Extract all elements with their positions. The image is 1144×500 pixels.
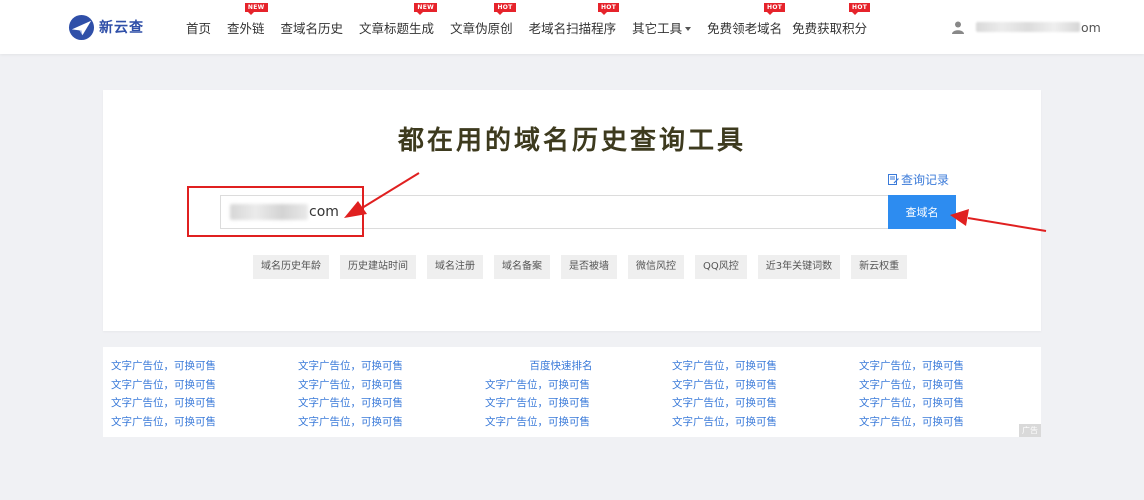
nav-free-points[interactable]: 免费获取积分 HOT — [792, 2, 871, 37]
nav-label: 文章标题生成 — [359, 20, 435, 36]
query-domain-button[interactable]: 查域名 — [888, 195, 956, 229]
nav-label: 免费获取积分 — [792, 20, 868, 36]
username-suffix: om — [1081, 19, 1101, 35]
nav-label: 查外链 — [227, 20, 265, 36]
tag-blocked-check[interactable]: 是否被墙 — [561, 255, 617, 279]
top-navbar: 新云查 首页 查外链 NEW 查域名历史 文章标题生成 NEW 文章伪原创 HOT 老… — [0, 0, 1144, 54]
new-badge: NEW — [414, 2, 438, 15]
ad-link[interactable]: 文字广告位，可换可售 — [111, 394, 298, 413]
ad-link[interactable]: 文字广告位，可换可售 — [672, 394, 859, 413]
ad-grid: 文字广告位，可换可售 文字广告位，可换可售 百度快速排名 文字广告位，可换可售 … — [111, 357, 1046, 431]
tag-xinyun-weight[interactable]: 新云权重 — [851, 255, 908, 279]
ad-link[interactable]: 文字广告位，可换可售 — [111, 376, 298, 395]
nav-label: 老域名扫描程序 — [528, 20, 617, 36]
blurred-username — [976, 22, 1080, 32]
tag-wechat-risk[interactable]: 微信风控 — [628, 255, 684, 279]
logo-text: 新云查 — [99, 20, 144, 36]
query-history-link[interactable]: 查询记录 — [888, 171, 949, 188]
nav-label: 文章伪原创 — [450, 20, 513, 36]
tag-domain-age[interactable]: 域名历史年龄 — [253, 255, 329, 279]
hot-badge: HOT — [849, 2, 871, 15]
nav-free-old-domain[interactable]: 免费领老域名 HOT — [707, 2, 786, 37]
ad-link-baidu-ranking[interactable]: 百度快速排名 — [485, 357, 672, 376]
ad-link[interactable]: 文字广告位，可换可售 — [298, 394, 485, 413]
hot-badge: HOT — [764, 2, 786, 15]
nav-domain-history[interactable]: 查域名历史 — [281, 18, 344, 37]
nav-home[interactable]: 首页 — [186, 18, 211, 37]
nav-other-tools[interactable]: 其它工具 — [632, 18, 692, 37]
ad-link[interactable]: 文字广告位，可换可售 — [111, 357, 298, 376]
ad-link[interactable]: 文字广告位，可换可售 — [859, 357, 1046, 376]
search-card: 都在用的域名历史查询工具 查询记录 查域名 域名历史年龄 历史建站时间 域名注册… — [103, 90, 1041, 331]
text-ads-panel: 文字广告位，可换可售 文字广告位，可换可售 百度快速排名 文字广告位，可换可售 … — [103, 347, 1041, 437]
main-nav: 首页 查外链 NEW 查域名历史 文章标题生成 NEW 文章伪原创 HOT 老域名扫描… — [186, 0, 883, 54]
nav-old-domain-scanner[interactable]: 老域名扫描程序 HOT — [528, 2, 620, 37]
ad-link[interactable]: 文字广告位，可换可售 — [485, 413, 672, 432]
hot-badge: HOT — [494, 2, 516, 15]
edit-doc-icon — [888, 174, 899, 185]
ad-link[interactable]: 文字广告位，可换可售 — [859, 394, 1046, 413]
user-account[interactable]: om — [952, 19, 1101, 35]
tag-site-build-time[interactable]: 历史建站时间 — [340, 255, 416, 279]
ad-link[interactable]: 文字广告位，可换可售 — [111, 413, 298, 432]
ad-link[interactable]: 文字广告位，可换可售 — [485, 394, 672, 413]
ad-link[interactable]: 文字广告位，可换可售 — [298, 413, 485, 432]
ad-link[interactable]: 文字广告位，可换可售 — [672, 413, 859, 432]
feature-tags: 域名历史年龄 历史建站时间 域名注册 域名备案 是否被墙 微信风控 QQ风控 近… — [253, 255, 918, 279]
tag-domain-registration[interactable]: 域名注册 — [427, 255, 483, 279]
nav-title-generator[interactable]: 文章标题生成 NEW — [359, 2, 438, 37]
query-history-label: 查询记录 — [901, 173, 950, 187]
site-logo[interactable]: 新云查 — [68, 12, 144, 42]
page-title: 都在用的域名历史查询工具 — [397, 126, 746, 156]
ad-link[interactable]: 文字广告位，可换可售 — [859, 413, 1046, 432]
nav-label: 首页 — [186, 20, 212, 36]
nav-article-rewrite[interactable]: 文章伪原创 HOT — [450, 2, 516, 37]
ad-link[interactable]: 文字广告位，可换可售 — [672, 376, 859, 395]
caret-down-icon — [685, 27, 692, 31]
nav-backlinks[interactable]: 查外链 NEW — [227, 2, 268, 37]
hot-badge: HOT — [597, 2, 620, 15]
nav-label: 查域名历史 — [280, 20, 344, 36]
ad-link[interactable]: 文字广告位，可换可售 — [298, 357, 485, 376]
ad-link[interactable]: 文字广告位，可换可售 — [298, 376, 485, 395]
user-icon — [952, 21, 964, 34]
tag-qq-risk[interactable]: QQ风控 — [695, 255, 747, 279]
domain-search-input[interactable] — [220, 195, 890, 229]
ad-link[interactable]: 文字广告位，可换可售 — [859, 376, 1046, 395]
nav-label: 其它工具 — [632, 20, 683, 36]
new-badge: NEW — [244, 2, 268, 15]
tag-domain-filing[interactable]: 域名备案 — [494, 255, 550, 279]
ad-link[interactable]: 文字广告位，可换可售 — [672, 357, 859, 376]
nav-label: 免费领老域名 — [707, 20, 783, 36]
logo-icon — [68, 14, 95, 40]
tag-keyword-count[interactable]: 近3年关键词数 — [757, 255, 841, 279]
ad-link[interactable]: 文字广告位，可换可售 — [485, 376, 672, 395]
ad-corner-label: 广告 — [1019, 424, 1041, 437]
